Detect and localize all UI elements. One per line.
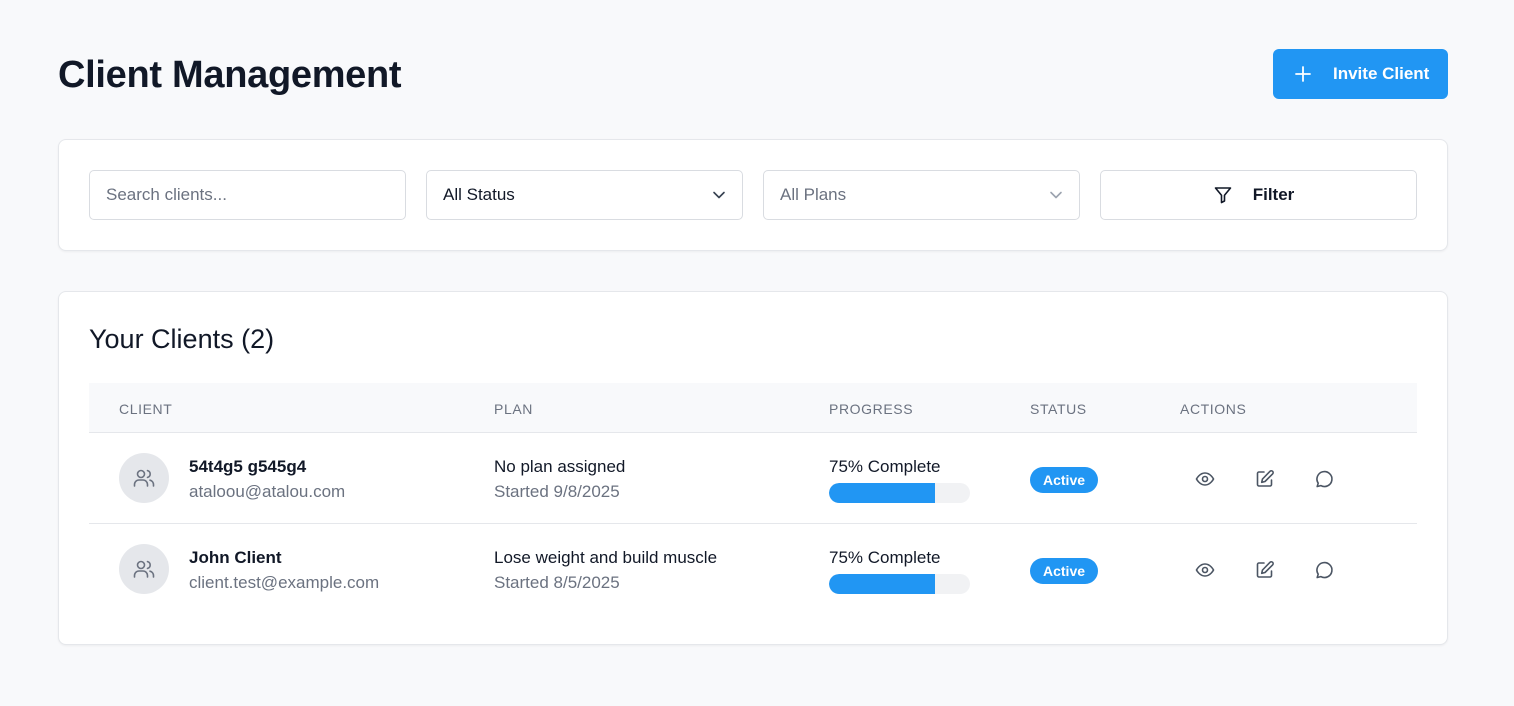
client-start-date: Started 8/5/2025 (494, 573, 620, 592)
view-client-button[interactable] (1195, 560, 1215, 580)
message-client-button[interactable] (1314, 560, 1334, 580)
status-badge: Active (1030, 558, 1099, 584)
edit-icon (1256, 561, 1274, 578)
progress-bar-fill (829, 483, 935, 503)
table-row: John Client client.test@example.com Lose… (89, 524, 1417, 615)
column-header-status: STATUS (1030, 401, 1087, 417)
progress-label: 75% Complete (829, 548, 941, 567)
column-header-plan: PLAN (494, 401, 533, 417)
table-row: 54t4g5 g545g4 ataloou@atalou.com No plan… (89, 433, 1417, 524)
page-title: Client Management (58, 54, 402, 96)
clients-section-title: Your Clients (2) (89, 324, 275, 354)
invite-client-label: Invite Client (1333, 64, 1430, 83)
avatar (119, 453, 169, 503)
filter-card: All Status All Plans Filter (58, 139, 1448, 251)
chevron-down-icon (1049, 188, 1063, 202)
chevron-down-icon (712, 188, 726, 202)
edit-client-button[interactable] (1255, 469, 1275, 489)
message-circle-icon (1316, 561, 1333, 579)
progress-bar (829, 483, 970, 503)
edit-icon (1256, 470, 1274, 487)
message-client-button[interactable] (1314, 469, 1334, 489)
invite-client-button[interactable]: Invite Client (1273, 49, 1448, 99)
filter-label: Filter (1252, 185, 1295, 204)
client-management-page: Client Management Invite Client All Stat… (0, 0, 1514, 706)
clients-card: Your Clients (2) CLIENT PLAN PROGRESS ST… (58, 291, 1448, 645)
progress-bar (829, 574, 970, 594)
view-client-button[interactable] (1195, 469, 1215, 489)
client-start-date: Started 9/8/2025 (494, 482, 620, 501)
status-select-value: All Status (443, 185, 515, 204)
column-header-actions: ACTIONS (1180, 401, 1247, 417)
column-header-client: CLIENT (119, 401, 173, 417)
client-name: John Client (189, 548, 282, 567)
search-input[interactable] (89, 170, 406, 220)
client-name: 54t4g5 g545g4 (189, 457, 307, 476)
client-plan: No plan assigned (494, 457, 626, 476)
users-icon (133, 560, 155, 578)
client-email: client.test@example.com (189, 573, 380, 592)
eye-icon (1195, 563, 1215, 577)
message-circle-icon (1316, 470, 1333, 488)
plans-select[interactable]: All Plans (763, 170, 1080, 220)
users-icon (133, 469, 155, 487)
filter-button[interactable]: Filter (1100, 170, 1417, 220)
avatar (119, 544, 169, 594)
client-email: ataloou@atalou.com (189, 482, 346, 501)
eye-icon (1195, 472, 1215, 486)
client-plan: Lose weight and build muscle (494, 548, 718, 567)
funnel-icon (1213, 185, 1233, 205)
status-badge: Active (1030, 467, 1099, 493)
table-header: CLIENT PLAN PROGRESS STATUS ACTIONS (89, 383, 1417, 433)
plus-icon (1295, 66, 1311, 82)
edit-client-button[interactable] (1255, 560, 1275, 580)
plans-select-value: All Plans (780, 185, 847, 204)
status-select[interactable]: All Status (426, 170, 743, 220)
progress-bar-fill (829, 574, 935, 594)
progress-label: 75% Complete (829, 457, 941, 476)
column-header-progress: PROGRESS (829, 401, 914, 417)
